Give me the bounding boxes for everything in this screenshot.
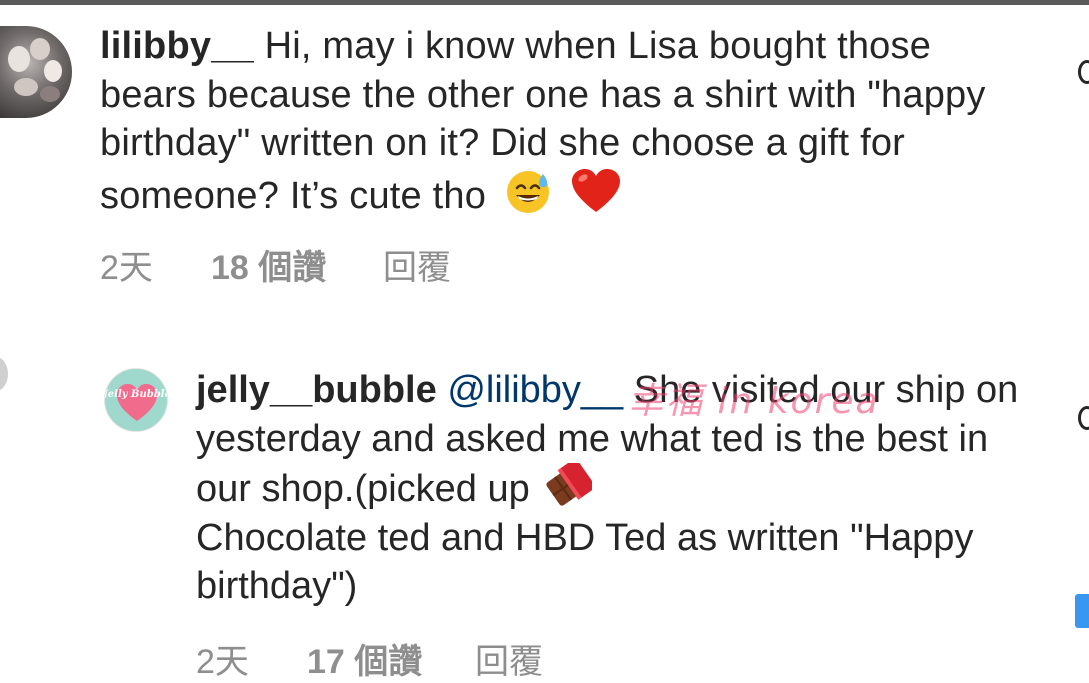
like-heart-icon[interactable]: [1078, 406, 1089, 430]
top-edge-bar: [0, 0, 1089, 5]
scroll-indicator[interactable]: [1075, 594, 1089, 628]
comment-likes[interactable]: 18 個讚: [211, 240, 326, 289]
reply-button[interactable]: 回覆: [475, 634, 543, 683]
comment-time: 2天: [196, 643, 249, 681]
comment-time: 2天: [100, 249, 153, 287]
chocolate-bar-icon: [546, 463, 593, 506]
comment-body: jelly__bubble @lilibby__ She visited our…: [196, 366, 1036, 611]
comment-body: lilibby__ Hi, may i know when Lisa bough…: [100, 22, 1020, 220]
watermark: 幸福 in korea: [628, 381, 880, 422]
comment-mention-link[interactable]: @lilibby__: [447, 369, 623, 411]
avatar[interactable]: [0, 26, 72, 118]
comment-username[interactable]: lilibby__: [100, 25, 254, 67]
comment-likes[interactable]: 17 個讚: [307, 634, 422, 683]
jelly-bubble-logo-icon: Jelly Bubble: [105, 369, 168, 431]
red-heart-icon: [571, 168, 620, 212]
comment-text-continued: Chocolate ted and HBD Ted as written "Ha…: [196, 516, 974, 608]
avatar[interactable]: Jelly Bubble: [104, 368, 168, 432]
comment-username[interactable]: jelly__bubble: [196, 369, 437, 411]
comment-meta: 2天 17 個讚 回覆: [196, 634, 596, 681]
thread-line-marker: [0, 356, 8, 392]
svg-text:Jelly Bubble: Jelly Bubble: [105, 389, 168, 400]
reply-button[interactable]: 回覆: [383, 240, 451, 289]
comment-meta: 2天 18 個讚 回覆: [100, 240, 500, 287]
like-heart-icon[interactable]: [1078, 60, 1089, 84]
sweat-smile-icon: [506, 170, 549, 213]
